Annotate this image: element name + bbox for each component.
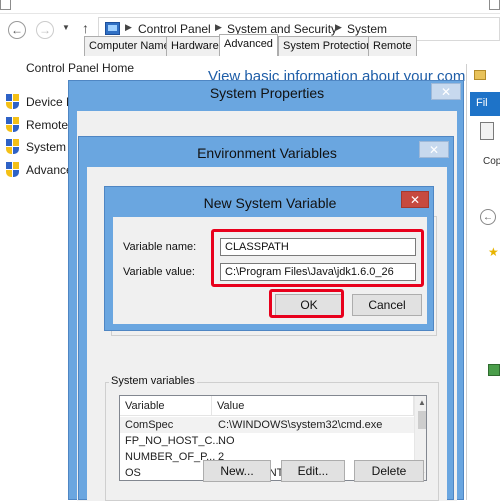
up-arrow-icon[interactable]: ↑ (82, 20, 89, 36)
advanced-system-settings-link[interactable]: Advance (26, 163, 73, 177)
uac-shield-icon (6, 139, 19, 154)
value-cell: C:\WINDOWS\system32\cmd.exe (218, 419, 383, 431)
forward-arrow-icon[interactable]: → (36, 21, 54, 39)
copy-icon[interactable] (480, 122, 494, 140)
variable-cell: NUMBER_OF_P... (125, 451, 216, 463)
new-button[interactable]: New... (203, 460, 271, 482)
folder-icon (470, 66, 500, 86)
cancel-button[interactable]: Cancel (352, 294, 422, 316)
tab-remote[interactable]: Remote (368, 36, 417, 56)
window-control-icon[interactable] (0, 0, 11, 10)
new-system-variable-title: New System Variable (203, 195, 337, 211)
system-variables-label: System variables (109, 375, 197, 387)
chevron-right-icon[interactable]: ▶ (335, 22, 342, 33)
breadcrumb-system[interactable]: System (347, 22, 387, 36)
variable-value-label: Variable value: (123, 266, 195, 278)
uac-shield-icon (6, 117, 19, 132)
uac-shield-icon (6, 162, 19, 177)
delete-button[interactable]: Delete (354, 460, 424, 482)
uac-shield-icon (6, 94, 19, 109)
ok-button-highlight (269, 289, 344, 318)
close-icon[interactable]: ✕ (401, 191, 429, 208)
control-panel-home-link[interactable]: Control Panel Home (26, 61, 134, 75)
breadcrumb-control-panel[interactable]: Control Panel (138, 22, 211, 36)
scroll-up-icon[interactable]: ▲ (415, 396, 426, 410)
column-header-variable[interactable]: Variable (120, 396, 212, 416)
copy-label: Cop (483, 156, 500, 167)
edit-button[interactable]: Edit... (281, 460, 345, 482)
chevron-right-icon[interactable]: ▶ (125, 22, 132, 33)
environment-variables-title: Environment Variables (197, 145, 337, 161)
remote-settings-link[interactable]: Remote (26, 118, 68, 132)
column-header-value[interactable]: Value (212, 396, 414, 416)
system-properties-title: System Properties (209, 85, 325, 101)
tab-computer-name[interactable]: Computer Name (84, 36, 175, 56)
window-control-icon[interactable] (489, 0, 500, 10)
variable-cell: OS (125, 467, 141, 479)
chevron-right-icon[interactable]: ▶ (215, 22, 222, 33)
ribbon-file-tab[interactable]: Fil (470, 92, 500, 116)
control-panel-icon (105, 22, 120, 35)
fields-highlight (211, 229, 424, 287)
variable-cell: ComSpec (125, 419, 174, 431)
close-icon[interactable]: ✕ (431, 83, 461, 100)
back-arrow-icon[interactable]: ← (8, 21, 26, 39)
table-row[interactable]: ComSpec C:\WINDOWS\system32\cmd.exe (120, 417, 414, 433)
title-strip (0, 0, 500, 14)
close-icon[interactable]: ✕ (419, 141, 449, 158)
tab-system-protection[interactable]: System Protection (278, 36, 378, 56)
variable-cell: FP_NO_HOST_C... (125, 435, 222, 447)
recent-locations-icon[interactable]: ▼ (62, 23, 70, 32)
back-arrow-icon[interactable]: ← (480, 209, 496, 225)
tab-hardware[interactable]: Hardware (166, 36, 224, 56)
picture-icon (488, 364, 500, 376)
value-cell: NO (218, 435, 235, 447)
tab-advanced[interactable]: Advanced (219, 34, 278, 56)
variable-name-label: Variable name: (123, 241, 197, 253)
star-icon[interactable]: ★ (488, 245, 499, 259)
table-row[interactable]: FP_NO_HOST_C... NO (120, 433, 414, 449)
scroll-thumb[interactable] (418, 411, 426, 429)
